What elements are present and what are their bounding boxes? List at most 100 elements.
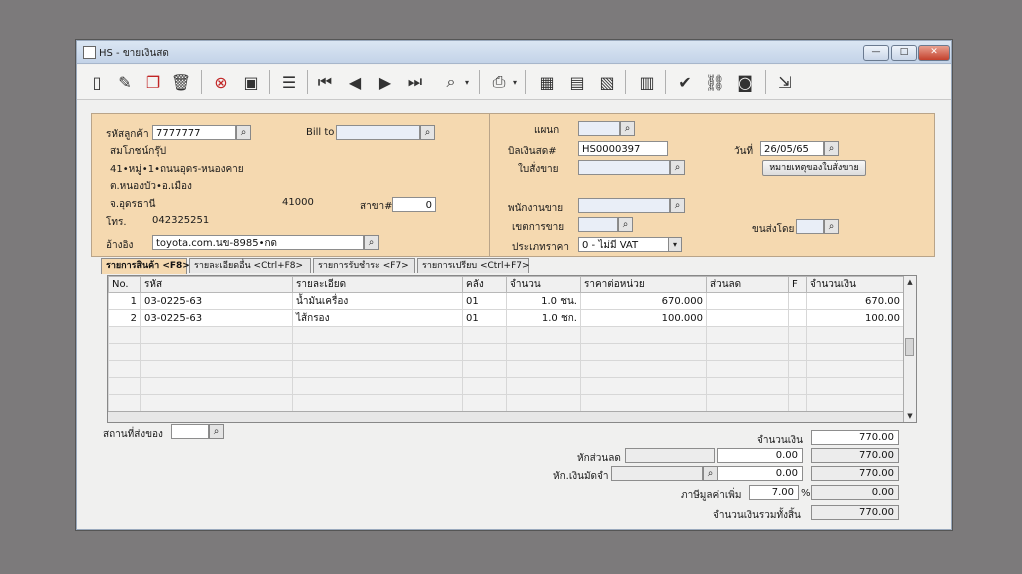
row-unit-price[interactable]: 670.000 <box>580 292 707 310</box>
deposit-ref-input[interactable] <box>611 466 703 481</box>
calc-icon[interactable]: ▦ <box>535 70 559 94</box>
customer-search-icon[interactable]: ⌕ <box>236 125 251 140</box>
row-discount[interactable] <box>706 292 789 310</box>
col-header-warehouse[interactable]: คลัง <box>462 276 507 293</box>
tab-items[interactable]: รายการสินค้า <F8> <box>101 258 190 274</box>
branch-input[interactable]: 0 <box>392 197 436 212</box>
sales-area-search-icon[interactable]: ⌕ <box>618 217 633 232</box>
edit-icon[interactable]: ✎ <box>113 70 137 94</box>
billto-search-icon[interactable]: ⌕ <box>420 125 435 140</box>
row-no: 2 <box>108 309 141 327</box>
discount-rate-input[interactable] <box>625 448 715 463</box>
row-discount[interactable] <box>706 309 789 327</box>
find-dropdown-icon[interactable]: ▾ <box>461 70 473 94</box>
department-search-icon[interactable]: ⌕ <box>620 121 635 136</box>
sales-area-input[interactable] <box>578 217 618 232</box>
horizontal-scrollbar[interactable] <box>108 411 903 422</box>
col-header-amount[interactable]: จำนวนเงิน <box>806 276 904 293</box>
copy-icon[interactable]: ❐ <box>141 70 165 94</box>
minimize-button[interactable]: — <box>863 45 889 61</box>
table-row[interactable]: 1 03-0225-63 น้ำมันเครื่อง 01 1.0 ชน. 67… <box>108 292 904 310</box>
col-header-code[interactable]: รหัส <box>140 276 293 293</box>
first-icon[interactable]: ⏮ <box>313 70 337 94</box>
col-header-unit-price[interactable]: ราคาต่อหน่วย <box>580 276 707 293</box>
department-input[interactable] <box>578 121 620 136</box>
last-icon[interactable]: ⏭ <box>403 70 427 94</box>
ship-by-search-icon[interactable]: ⌕ <box>824 219 839 234</box>
row-warehouse[interactable]: 01 <box>462 309 507 327</box>
salesperson-search-icon[interactable]: ⌕ <box>670 198 685 213</box>
vertical-scrollbar[interactable]: ▲ ▼ <box>903 276 916 422</box>
export-icon[interactable]: ▧ <box>595 70 619 94</box>
row-quantity[interactable]: 1.0 ชน. <box>506 292 581 310</box>
after-deposit-value: 770.00 <box>811 466 899 481</box>
price-type-select[interactable]: 0 - ไม่มี VAT <box>578 237 682 252</box>
printer-icon[interactable]: ⎙ <box>487 70 511 94</box>
deposit-value[interactable]: 0.00 <box>717 466 803 481</box>
vat-rate-input[interactable]: 7.00 <box>749 485 799 500</box>
billto-input[interactable] <box>336 125 420 140</box>
discount-value[interactable]: 0.00 <box>717 448 803 463</box>
next-icon[interactable]: ▶ <box>373 70 397 94</box>
table-row[interactable]: 2 03-0225-63 ไส้กรอง 01 1.0 ชก. 100.000 … <box>108 309 904 327</box>
reference-input[interactable]: toyota.com.นข-8985•กด <box>152 235 364 250</box>
date-input[interactable]: 26/05/65 <box>760 141 824 156</box>
deposit-search-icon[interactable]: ⌕ <box>703 466 718 481</box>
row-warehouse[interactable]: 01 <box>462 292 507 310</box>
scroll-up-icon[interactable]: ▲ <box>904 276 916 288</box>
row-code[interactable]: 03-0225-63 <box>140 292 293 310</box>
empty-row[interactable] <box>108 326 904 344</box>
salesperson-input[interactable] <box>578 198 670 213</box>
col-header-description[interactable]: รายละเอียด <box>292 276 463 293</box>
save-icon[interactable]: ▣ <box>239 70 263 94</box>
row-quantity-value: 1.0 <box>541 312 558 324</box>
tab-other-details[interactable]: รายละเอียดอื่น <Ctrl+F8> <box>189 258 311 273</box>
calendar-icon[interactable]: ⌕ <box>824 141 839 156</box>
row-code[interactable]: 03-0225-63 <box>140 309 293 327</box>
delivery-place-input[interactable] <box>171 424 209 439</box>
sales-order-search-icon[interactable]: ⌕ <box>670 160 685 175</box>
print-preview-icon[interactable]: ☰ <box>277 70 301 94</box>
tab-compare[interactable]: รายการเปรียบ <Ctrl+F7> <box>417 258 530 273</box>
col-header-f[interactable]: F <box>788 276 807 293</box>
reference-search-icon[interactable]: ⌕ <box>364 235 379 250</box>
ok-icon[interactable]: ◙ <box>733 70 757 94</box>
sales-order-input[interactable] <box>578 160 670 175</box>
row-description[interactable]: น้ำมันเครื่อง <box>292 292 463 310</box>
price-type-dropdown-icon[interactable]: ▾ <box>668 237 682 252</box>
row-f[interactable] <box>788 292 807 310</box>
delete-icon[interactable]: 🗑 <box>169 70 193 94</box>
prev-icon[interactable]: ◀ <box>343 70 367 94</box>
ship-by-input[interactable] <box>796 219 824 234</box>
empty-row[interactable] <box>108 377 904 395</box>
tab-payments[interactable]: รายการรับชำระ <F7> <box>313 258 415 273</box>
scroll-down-icon[interactable]: ▼ <box>904 410 916 422</box>
link-icon[interactable]: ⛓ <box>703 70 727 94</box>
exit-icon[interactable]: ⇲ <box>773 70 797 94</box>
row-f[interactable] <box>788 309 807 327</box>
order-note-button[interactable]: หมายเหตุของใบสั่งขาย <box>762 160 866 176</box>
find-icon[interactable]: ⌕ <box>439 70 463 94</box>
scroll-thumb[interactable] <box>905 338 914 356</box>
col-header-quantity[interactable]: จำนวน <box>506 276 581 293</box>
row-unit-price[interactable]: 100.000 <box>580 309 707 327</box>
row-quantity[interactable]: 1.0 ชก. <box>506 309 581 327</box>
customer-code-input[interactable]: 7777777 <box>152 125 236 140</box>
col-header-no[interactable]: No. <box>108 276 141 293</box>
report-icon[interactable]: ▤ <box>565 70 589 94</box>
bill-number-input[interactable]: HS0000397 <box>578 141 668 156</box>
new-icon[interactable]: ▯ <box>85 70 109 94</box>
printer-dropdown-icon[interactable]: ▾ <box>509 70 521 94</box>
delivery-place-search-icon[interactable]: ⌕ <box>209 424 224 439</box>
close-button[interactable]: ✕ <box>918 45 950 61</box>
row-description[interactable]: ไส้กรอง <box>292 309 463 327</box>
approve-icon[interactable]: ✔ <box>673 70 697 94</box>
empty-row[interactable] <box>108 360 904 378</box>
col-header-discount[interactable]: ส่วนลด <box>706 276 789 293</box>
attach-icon[interactable]: ▥ <box>635 70 659 94</box>
cancel-icon[interactable]: ⊗ <box>209 70 233 94</box>
maximize-button[interactable]: □ <box>891 45 917 61</box>
empty-row[interactable] <box>108 394 904 412</box>
empty-row[interactable] <box>108 343 904 361</box>
toolbar-separator <box>201 70 202 94</box>
